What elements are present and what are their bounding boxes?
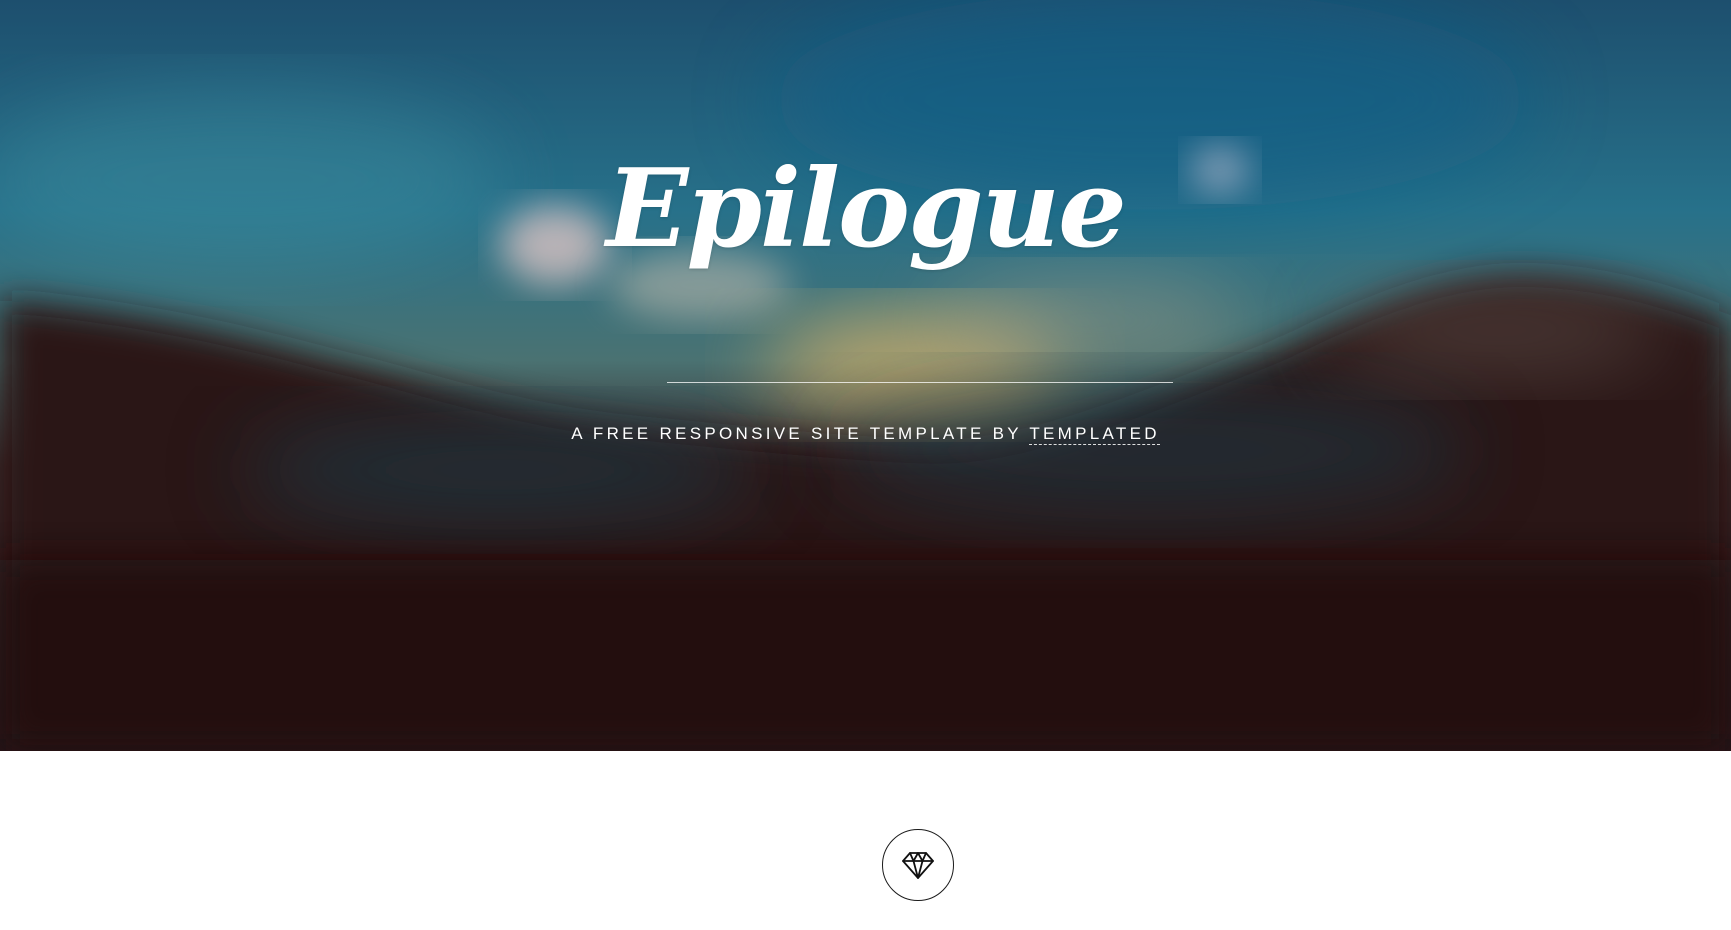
site-title: Epilogue [606, 146, 1127, 272]
diamond-icon [902, 852, 934, 879]
title-divider [667, 382, 1173, 383]
diamond-icon-badge [882, 829, 954, 901]
banner-content: Epilogue A FREE RESPONSIVE SITE TEMPLATE… [0, 0, 1731, 751]
banner: Epilogue A FREE RESPONSIVE SITE TEMPLATE… [0, 0, 1731, 751]
templated-link[interactable]: TEMPLATED [1029, 424, 1160, 445]
tagline-text: A FREE RESPONSIVE SITE TEMPLATE BY [571, 424, 1030, 443]
site-tagline: A FREE RESPONSIVE SITE TEMPLATE BY TEMPL… [0, 424, 1731, 445]
